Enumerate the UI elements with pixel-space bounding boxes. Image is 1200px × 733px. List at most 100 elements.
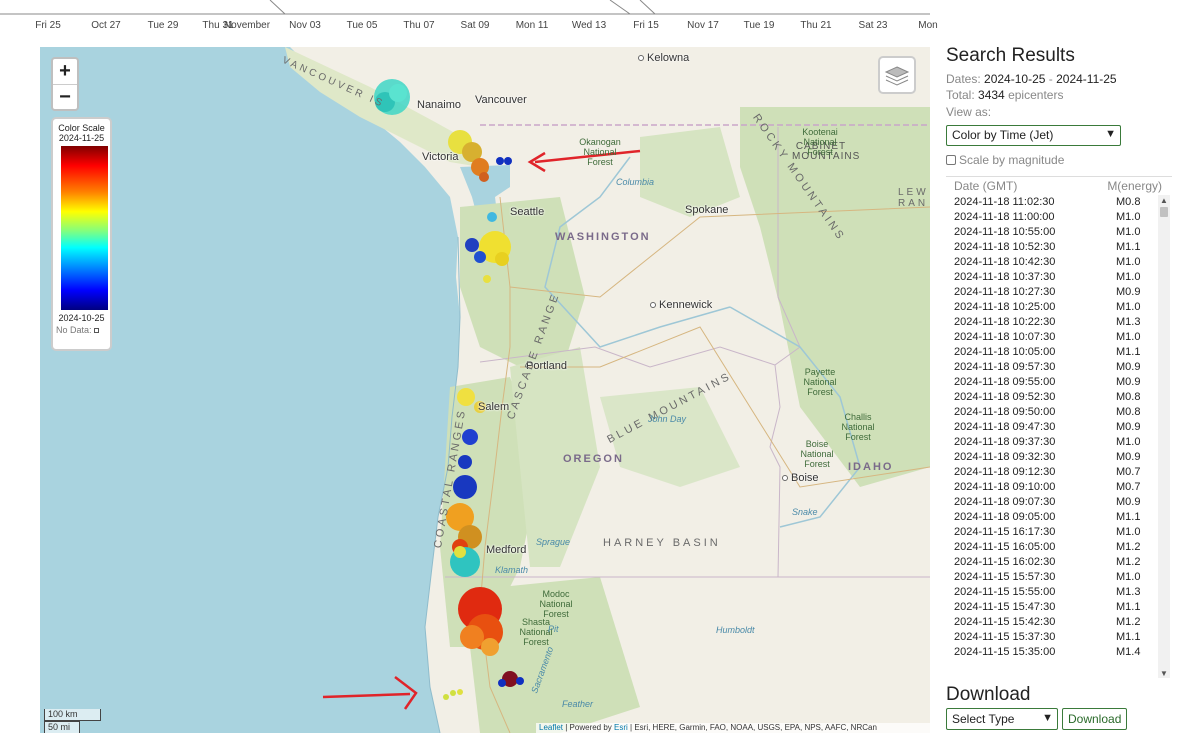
result-row[interactable]: 2024-11-15 15:57:30 M1.0 xyxy=(954,570,1159,585)
scroll-up-icon[interactable]: ▲ xyxy=(1160,196,1168,205)
place-salem: Salem xyxy=(478,401,510,413)
label-kootenai-forest: Kootenai National Forest xyxy=(802,127,838,157)
result-row[interactable]: 2024-11-15 15:37:30 M1.1 xyxy=(954,630,1159,645)
timeline-tick-label: Tue 29 xyxy=(147,20,179,31)
layers-icon xyxy=(884,66,910,86)
scale-bar: 100 km 50 mi xyxy=(44,709,101,733)
timeline-tick-label: Thu 21 xyxy=(800,20,832,31)
attribution-providers: | Esri, HERE, Garmin, FAO, NOAA, USGS, E… xyxy=(627,723,877,732)
result-row[interactable]: 2024-11-18 11:02:30 M0.8 xyxy=(954,195,1159,210)
label-river-feather: Feather xyxy=(562,699,594,709)
result-row[interactable]: 2024-11-15 16:17:30 M1.0 xyxy=(954,525,1159,540)
scroll-thumb[interactable] xyxy=(1160,207,1168,217)
result-row[interactable]: 2024-11-15 15:42:30 M1.2 xyxy=(954,615,1159,630)
result-row[interactable]: 2024-11-18 10:22:30 M1.3 xyxy=(954,315,1159,330)
quake-cluster-shasta[interactable] xyxy=(458,587,503,656)
view-as-select[interactable]: Color by Time (Jet) ▼ xyxy=(946,125,1121,146)
scale-by-magnitude-checkbox[interactable] xyxy=(946,155,956,165)
timeline-tick-label: Thu 07 xyxy=(403,20,435,31)
leaflet-link[interactable]: Leaflet xyxy=(539,723,563,732)
legend-bottom-date: 2024-10-25 xyxy=(58,313,105,323)
region-idaho: IDAHO xyxy=(848,461,894,473)
result-row[interactable]: 2024-11-18 09:37:30 M1.0 xyxy=(954,435,1159,450)
map-attribution: Leaflet | Powered by Esri | Esri, HERE, … xyxy=(536,723,930,733)
download-button[interactable]: Download xyxy=(1062,708,1128,730)
result-date: 2024-11-18 10:22:30 xyxy=(954,316,1056,328)
result-row[interactable]: 2024-11-18 10:07:30 M1.0 xyxy=(954,330,1159,345)
legend-top-date: 2024-11-25 xyxy=(58,133,105,143)
result-row[interactable]: 2024-11-18 09:32:30 M0.9 xyxy=(954,450,1159,465)
result-row[interactable]: 2024-11-15 16:02:30 M1.2 xyxy=(954,555,1159,570)
result-row[interactable]: 2024-11-18 09:10:00 M0.7 xyxy=(954,480,1159,495)
scale-by-magnitude[interactable]: Scale by magnitude xyxy=(946,153,1064,167)
result-row[interactable]: 2024-11-18 09:12:30 M0.7 xyxy=(954,465,1159,480)
view-as-label: View as: xyxy=(946,105,992,119)
timeline-tick-label: Wed 13 xyxy=(571,20,607,31)
result-row[interactable]: 2024-11-18 09:52:30 M0.8 xyxy=(954,390,1159,405)
zoom-control: + − xyxy=(51,57,79,111)
result-date: 2024-11-18 09:47:30 xyxy=(954,421,1056,433)
result-row[interactable]: 2024-11-18 10:55:00 M1.0 xyxy=(954,225,1159,240)
map-view[interactable]: Kelowna Nanaimo Vancouver Victoria Seatt… xyxy=(40,47,930,733)
esri-link[interactable]: Esri xyxy=(614,723,628,732)
place-boise: Boise xyxy=(782,472,819,484)
result-magnitude: M0.9 xyxy=(1116,361,1141,373)
result-row[interactable]: 2024-11-15 15:47:30 M1.1 xyxy=(954,600,1159,615)
result-row[interactable]: 2024-11-18 10:42:30 M1.0 xyxy=(954,255,1159,270)
result-date: 2024-11-18 10:07:30 xyxy=(954,331,1056,343)
zoom-out-button[interactable]: − xyxy=(53,84,77,109)
label-river-pit: Pit xyxy=(548,624,559,634)
result-row[interactable]: 2024-11-18 10:37:30 M1.0 xyxy=(954,270,1159,285)
result-row[interactable]: 2024-11-18 10:05:00 M1.1 xyxy=(954,345,1159,360)
result-date: 2024-11-18 09:52:30 xyxy=(954,391,1056,403)
place-kennewick: Kennewick xyxy=(650,299,712,311)
result-magnitude: M1.0 xyxy=(1116,571,1141,583)
result-row[interactable]: 2024-11-18 09:05:00 M1.1 xyxy=(954,510,1159,525)
legend-gradient-bar xyxy=(61,146,108,310)
result-magnitude: M0.7 xyxy=(1116,466,1141,478)
col-date-header: Date (GMT) xyxy=(954,179,1018,193)
result-row[interactable]: 2024-11-18 09:47:30 M0.9 xyxy=(954,420,1159,435)
result-magnitude: M1.2 xyxy=(1116,616,1141,628)
place-spokane: Spokane xyxy=(685,204,729,216)
result-row[interactable]: 2024-11-15 15:55:00 M1.3 xyxy=(954,585,1159,600)
result-row[interactable]: 2024-11-18 10:52:30 M1.1 xyxy=(954,240,1159,255)
result-magnitude: M1.1 xyxy=(1116,346,1141,358)
label-river-columbia: Columbia xyxy=(616,177,655,187)
scroll-down-icon[interactable]: ▼ xyxy=(1160,669,1168,678)
timeline-tick-label: Oct 27 xyxy=(91,20,121,31)
label-modoc-forest: Modoc National Forest xyxy=(539,589,573,619)
region-washington: WASHINGTON xyxy=(555,231,651,243)
label-boise-forest: Boise National Forest xyxy=(800,439,834,469)
zoom-in-button[interactable]: + xyxy=(53,59,77,84)
col-mag-header: M(energy) xyxy=(1107,179,1162,193)
timeline-chart[interactable]: Fri 25 Oct 27 Tue 29 Thu 31 November Nov 03 Tu… xyxy=(0,0,938,44)
result-date: 2024-11-18 09:57:30 xyxy=(954,361,1056,373)
label-challis-forest: Challis National Forest xyxy=(841,412,875,442)
result-magnitude: M1.3 xyxy=(1116,586,1141,598)
attribution-sep: | Powered by xyxy=(563,723,615,732)
result-date: 2024-11-18 09:07:30 xyxy=(954,496,1056,508)
result-magnitude: M1.1 xyxy=(1116,631,1141,643)
result-date: 2024-11-18 10:25:00 xyxy=(954,301,1056,313)
search-results-panel: Search Results Dates: 2024-10-25 - 2024-… xyxy=(946,0,1200,733)
result-date: 2024-11-15 15:57:30 xyxy=(954,571,1056,583)
result-magnitude: M1.2 xyxy=(1116,541,1141,553)
region-oregon: OREGON xyxy=(563,453,624,465)
result-row[interactable]: 2024-11-18 09:55:00 M0.9 xyxy=(954,375,1159,390)
search-results-title: Search Results xyxy=(946,45,1075,66)
result-magnitude: M1.1 xyxy=(1116,241,1141,253)
result-row[interactable]: 2024-11-18 10:27:30 M0.9 xyxy=(954,285,1159,300)
result-row[interactable]: 2024-11-18 09:50:00 M0.8 xyxy=(954,405,1159,420)
layers-button[interactable] xyxy=(878,56,916,94)
result-row[interactable]: 2024-11-18 11:00:00 M1.0 xyxy=(954,210,1159,225)
result-magnitude: M1.0 xyxy=(1116,226,1141,238)
result-row[interactable]: 2024-11-18 10:25:00 M1.0 xyxy=(954,300,1159,315)
result-row[interactable]: 2024-11-15 16:05:00 M1.2 xyxy=(954,540,1159,555)
result-row[interactable]: 2024-11-15 15:35:00 M1.4 xyxy=(954,645,1159,660)
download-type-select[interactable]: Select Type ▼ xyxy=(946,708,1058,730)
results-scrollbar[interactable]: ▲ ▼ xyxy=(1158,195,1170,678)
result-date: 2024-11-18 09:05:00 xyxy=(954,511,1056,523)
result-row[interactable]: 2024-11-18 09:07:30 M0.9 xyxy=(954,495,1159,510)
result-row[interactable]: 2024-11-18 09:57:30 M0.9 xyxy=(954,360,1159,375)
